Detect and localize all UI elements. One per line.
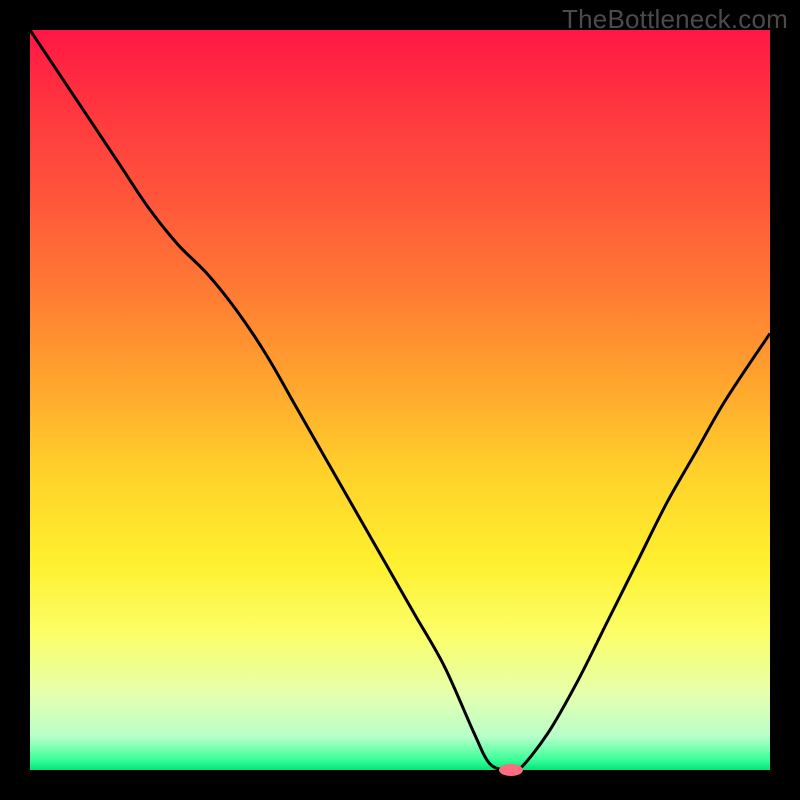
chart-frame: { "watermark": "TheBottleneck.com", "cha… [0, 0, 800, 800]
bottleneck-chart [0, 0, 800, 800]
optimum-marker [499, 764, 523, 776]
plot-background [30, 30, 770, 770]
